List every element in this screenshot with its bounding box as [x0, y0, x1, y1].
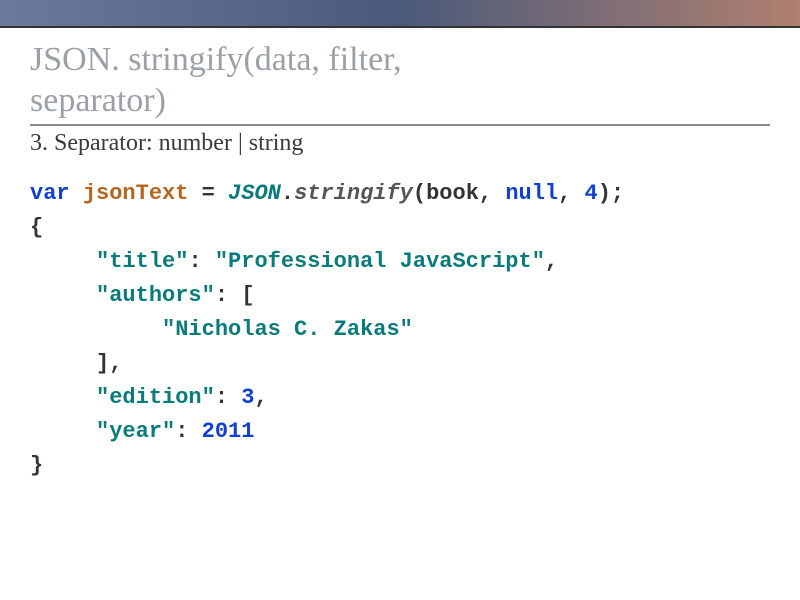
key-title: "title" [96, 249, 188, 274]
author-0: "Nicholas C. Zakas" [162, 317, 413, 342]
code-block: var jsonText = JSON.stringify(book, null… [30, 177, 770, 484]
dot: . [281, 181, 294, 206]
key-edition: "edition" [96, 385, 215, 410]
equals: = [188, 181, 228, 206]
comma: , [558, 181, 584, 206]
indent [30, 419, 96, 444]
top-accent-bar [0, 0, 800, 28]
colon: : [215, 385, 241, 410]
method-stringify: stringify [294, 181, 413, 206]
paren-close: ); [598, 181, 624, 206]
arg-4: 4 [585, 181, 598, 206]
comma: , [109, 351, 122, 376]
bracket-open: [ [241, 283, 254, 308]
title-line-2: separator) [30, 82, 166, 119]
colon: : [188, 249, 214, 274]
brace-open: { [30, 215, 43, 240]
comma: , [254, 385, 267, 410]
val-title: "Professional JavaScript" [215, 249, 545, 274]
variable-jsonText: jsonText [83, 181, 189, 206]
class-JSON: JSON [228, 181, 281, 206]
title-line-1: JSON. stringify(data, filter, [30, 41, 402, 78]
slide-title: JSON. stringify(data, filter, separator) [30, 40, 770, 122]
brace-close: } [30, 453, 43, 478]
subtitle: 3. Separator: number | string [30, 130, 770, 157]
keyword-var: var [30, 181, 70, 206]
indent [30, 249, 96, 274]
comma: , [479, 181, 505, 206]
val-year: 2011 [202, 419, 255, 444]
key-year: "year" [96, 419, 175, 444]
colon: : [215, 283, 241, 308]
indent [30, 351, 96, 376]
bracket-close: ] [96, 351, 109, 376]
indent [30, 283, 96, 308]
arg-null: null [505, 181, 558, 206]
title-underline [30, 124, 770, 126]
colon: : [175, 419, 201, 444]
val-edition: 3 [241, 385, 254, 410]
key-authors: "authors" [96, 283, 215, 308]
arg-book: book [426, 181, 479, 206]
indent [30, 385, 96, 410]
slide-content: JSON. stringify(data, filter,separator) … [0, 28, 800, 483]
indent [30, 317, 162, 342]
paren-open: ( [413, 181, 426, 206]
comma: , [545, 249, 558, 274]
